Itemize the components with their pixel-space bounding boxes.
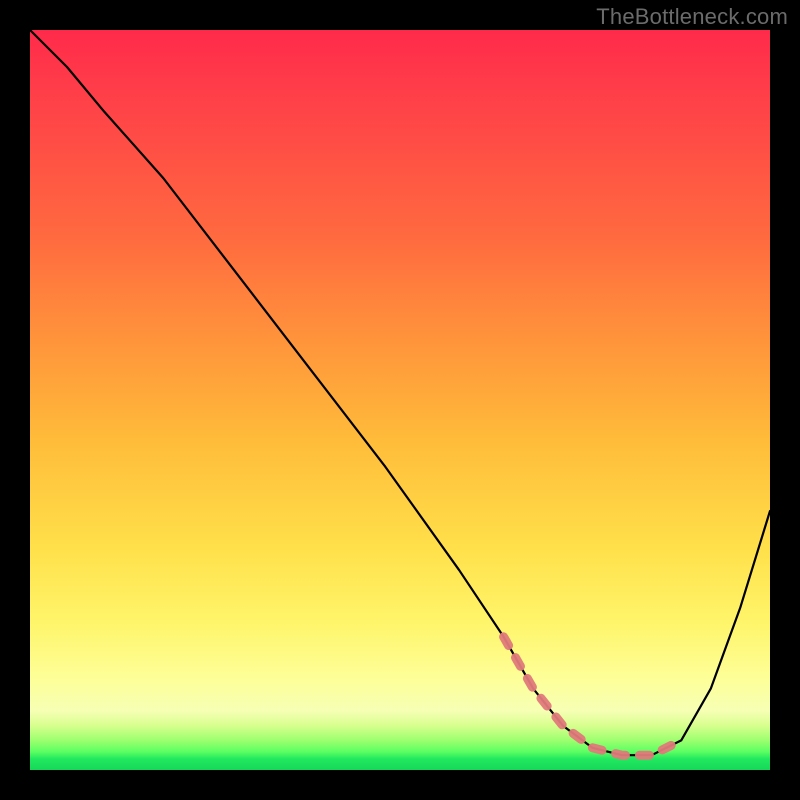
bottleneck-curve [30, 30, 770, 755]
optimal-range-highlight [504, 637, 682, 755]
watermark-text: TheBottleneck.com [596, 4, 788, 30]
plot-area [30, 30, 770, 770]
chart-root: TheBottleneck.com [0, 0, 800, 800]
chart-svg [30, 30, 770, 770]
